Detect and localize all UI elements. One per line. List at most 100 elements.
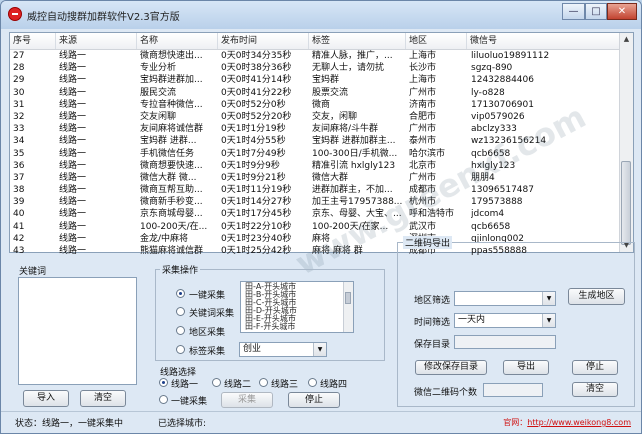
- table-cell: 友间麻将/斗牛群: [312, 124, 379, 135]
- table-cell: 34: [13, 136, 25, 147]
- table-cell: 0天1时4分55秒: [221, 136, 286, 147]
- radio-region-collect[interactable]: [176, 326, 185, 335]
- scroll-thumb[interactable]: [621, 161, 631, 245]
- column-header-region[interactable]: 地区: [406, 33, 467, 49]
- radio-route-2[interactable]: [212, 378, 221, 387]
- table-row[interactable]: 37 线路一 微信大群 微... 0天1时9分21秒 微信大群 广州市 朋朋4: [10, 172, 621, 184]
- radio-one-key-collect[interactable]: [176, 289, 185, 298]
- keyword-label: 关键词: [19, 267, 47, 277]
- city-tree[interactable]: 田-A-开头城市 田-B-开头城市 田-C-开头城市 田-D-开头城市 田-E-…: [240, 281, 354, 333]
- table-cell: 线路一: [59, 233, 87, 244]
- close-button[interactable]: ✕: [607, 3, 637, 20]
- save-dir-label: 保存目录: [414, 340, 451, 350]
- table-row[interactable]: 31 线路一 专拉音种微信... 0天0时52分0秒 微商 济南市 17130706901: [10, 99, 621, 111]
- table-cell: 交友闲聊: [140, 111, 177, 122]
- table-cell: 服民交流: [140, 87, 177, 98]
- table-cell: 微信大群: [312, 172, 349, 183]
- table-cell: 精准引流 hxlgly123: [312, 160, 396, 171]
- radio-tag-collect[interactable]: [176, 345, 185, 354]
- table-cell: 36: [13, 160, 25, 171]
- stop-export-button[interactable]: 停止: [572, 360, 618, 375]
- table-cell: 宝妈群 进群加群主...: [312, 136, 396, 147]
- table-cell: 交友，闲聊: [312, 111, 358, 122]
- radio-route-4[interactable]: [308, 378, 317, 387]
- city-tree-item[interactable]: 田-F-开头城市: [245, 323, 295, 331]
- table-cell: 0天0时52分0秒: [221, 99, 286, 110]
- table-cell: 京东商城母婴...: [140, 209, 203, 220]
- qr-count-field: [483, 383, 543, 397]
- table-cell: 29: [13, 75, 25, 86]
- mode-label: 地区采集: [189, 328, 226, 338]
- modify-save-dir-button[interactable]: 修改保存目录: [415, 360, 487, 375]
- column-header-name[interactable]: 名称: [137, 33, 218, 49]
- radio-keyword-collect[interactable]: [176, 307, 185, 316]
- table-cell: 线路一: [59, 221, 87, 232]
- table-row[interactable]: 29 线路一 宝妈群进群加... 0天0时41分14秒 宝妈群 上海市 1243288440…: [10, 74, 621, 86]
- table-cell: 0天1时1分19秒: [221, 124, 286, 135]
- table-scrollbar[interactable]: ▲ ▼: [619, 33, 633, 252]
- city-tree-scroll-thumb[interactable]: [345, 292, 351, 304]
- table-cell: sgzq-890: [471, 63, 513, 74]
- table-cell: 线路一: [59, 148, 87, 159]
- selected-city-label: 已选择城市:: [158, 419, 207, 429]
- app-window: 威控自动搜群加群软件V2.3官方版 — □ ✕ 序号 来源 名称 发布时间 标签…: [0, 0, 642, 434]
- region-filter-select[interactable]: ▼: [454, 291, 556, 306]
- table-row[interactable]: 30 线路一 服民交流 0天0时41分22秒 股票交流 广州市 ly-o828: [10, 87, 621, 99]
- status-bar: 状态：线路一，一键采集中 已选择城市: 官网：http://www.weikon…: [1, 411, 641, 433]
- table-cell: 合肥市: [409, 111, 437, 122]
- column-header-source[interactable]: 来源: [56, 33, 137, 49]
- chevron-down-icon: ▼: [313, 343, 326, 356]
- radio-route-3[interactable]: [259, 378, 268, 387]
- table-row[interactable]: 41 线路一 100-200天/在... 0天1时22分10秒 100-200天/在家.…: [10, 221, 621, 233]
- generate-region-button[interactable]: 生成地区: [568, 288, 625, 305]
- table-cell: 微商想快速出...: [140, 51, 203, 61]
- collect-button[interactable]: 采集: [221, 392, 273, 408]
- clear-qr-button[interactable]: 清空: [572, 382, 618, 397]
- table-row[interactable]: 27 线路一 微商想快速出... 0天0时34分35秒 精准人脉，推广，... 上海市 li…: [10, 50, 621, 62]
- table-cell: qcb6658: [471, 221, 511, 232]
- table-cell: 17130706901: [471, 99, 534, 110]
- table-cell: 12432884406: [471, 75, 534, 86]
- column-header-time[interactable]: 发布时间: [218, 33, 309, 49]
- minimize-button[interactable]: —: [562, 3, 585, 20]
- table-cell: 线路一: [59, 185, 87, 196]
- mode-label: 关键词采集: [189, 309, 235, 319]
- table-cell: 宝妈群: [312, 75, 340, 86]
- clear-keywords-button[interactable]: 清空: [80, 390, 126, 407]
- region-filter-label: 地区筛选: [414, 296, 451, 306]
- export-button[interactable]: 导出: [503, 360, 549, 375]
- table-row[interactable]: 28 线路一 专业分析 0天0时38分36秒 无聊人士，请勿扰 长沙市 sgzq-890: [10, 62, 621, 74]
- column-header-tag[interactable]: 标签: [309, 33, 406, 49]
- app-logo-icon: [8, 7, 22, 21]
- time-filter-select[interactable]: 一天内 ▼: [454, 313, 556, 328]
- window-title: 威控自动搜群加群软件V2.3官方版: [27, 12, 180, 23]
- title-bar[interactable]: 威控自动搜群加群软件V2.3官方版 — □ ✕: [1, 1, 641, 29]
- table-cell: ly-o828: [471, 87, 505, 98]
- table-cell: 友间麻将诚信群: [140, 124, 204, 135]
- table-cell: liluoluo19891112: [471, 51, 550, 61]
- radio-route-1[interactable]: [159, 378, 168, 387]
- stop-collect-button[interactable]: 停止: [288, 392, 340, 408]
- save-dir-field[interactable]: [454, 335, 556, 349]
- table-cell: 0天1时9分9秒: [221, 160, 280, 171]
- table-cell: 0天0时52分20秒: [221, 111, 292, 122]
- table-cell: 100-200天/在...: [140, 221, 208, 232]
- website-link[interactable]: http://www.weikong8.com: [527, 418, 631, 427]
- table-cell: 线路一: [59, 172, 87, 183]
- radio-one-key-route[interactable]: [159, 395, 168, 404]
- column-header-wechat[interactable]: 微信号: [467, 33, 621, 49]
- table-cell: 0天1时14分27秒: [221, 197, 292, 208]
- city-tree-scrollbar[interactable]: [343, 282, 353, 332]
- table-cell: 手机微信任务: [140, 148, 195, 159]
- table-row[interactable]: 38 线路一 微商互帮互助... 0天1时11分19秒 进群加群主，不加... 成都市 13…: [10, 184, 621, 196]
- table-cell: 微信大群 微...: [140, 172, 197, 183]
- table-row[interactable]: 40 线路一 京东商城母婴... 0天1时17分45秒 京东、母婴、大宝、... 呼和浩特…: [10, 208, 621, 220]
- tag-select[interactable]: 创业 ▼: [239, 342, 327, 357]
- scroll-up-icon[interactable]: ▲: [620, 33, 633, 46]
- column-header-index[interactable]: 序号: [10, 33, 56, 49]
- import-button[interactable]: 导入: [23, 390, 69, 407]
- route-label: 线路四: [320, 380, 348, 390]
- table-row[interactable]: 39 线路一 微商新手秒变... 0天1时14分27秒 加王主号17957388... 杭…: [10, 196, 621, 208]
- keyword-textarea[interactable]: [18, 277, 137, 385]
- maximize-button[interactable]: □: [585, 3, 607, 20]
